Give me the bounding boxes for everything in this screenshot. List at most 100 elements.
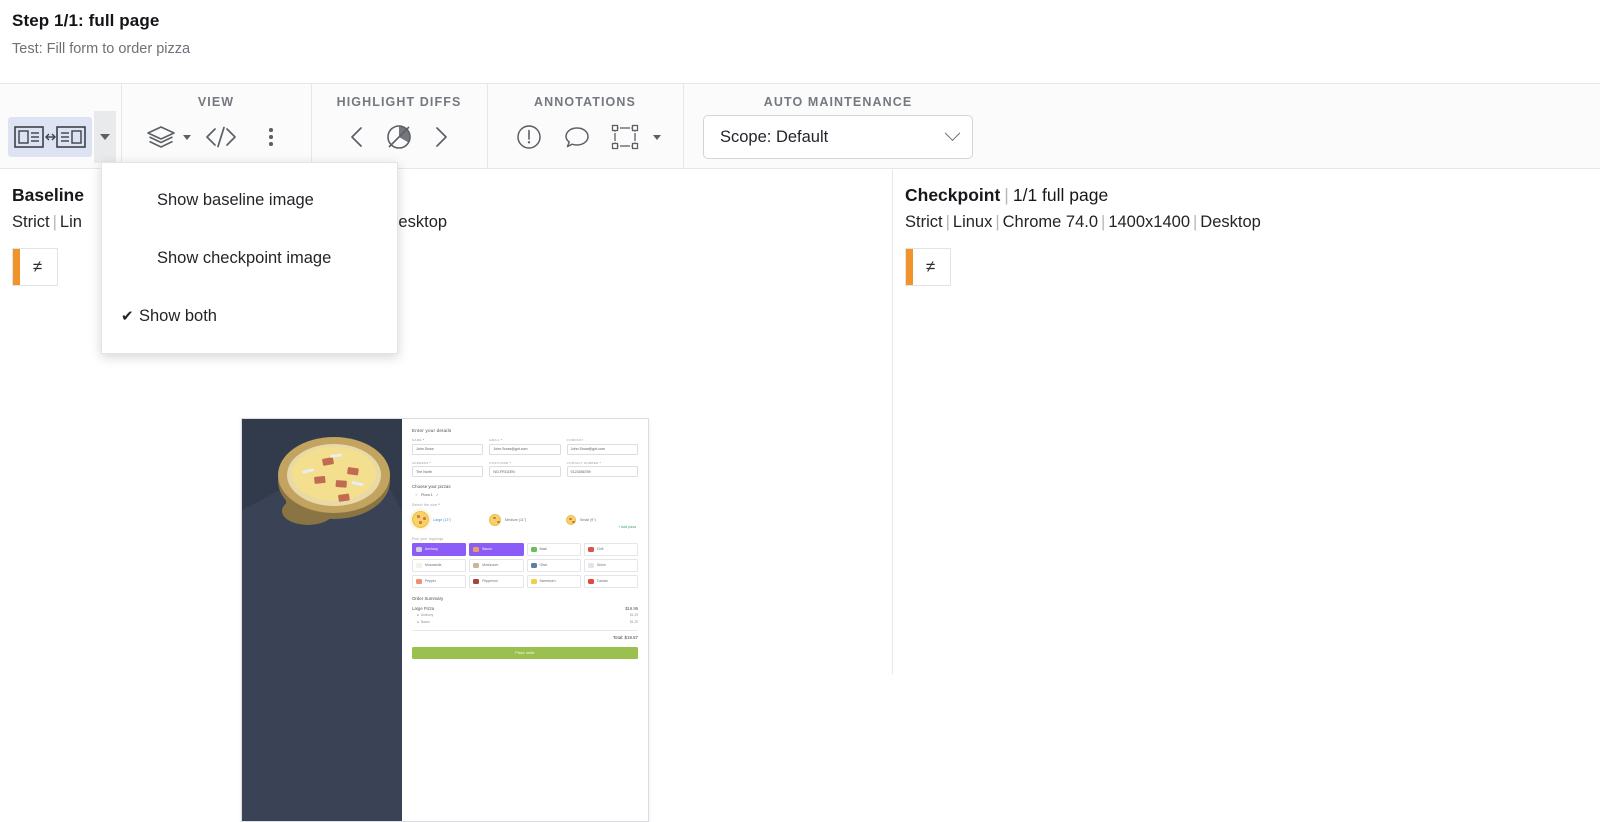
menu-item-label: Show both [139, 306, 217, 325]
comment-bubble-icon[interactable] [557, 117, 597, 157]
size-heading: Select the size * [412, 503, 440, 507]
toolbar-group-view: VIEW [121, 84, 311, 168]
topping-icon [530, 578, 537, 584]
topping-option[interactable]: Pepperoni [469, 574, 524, 588]
size-option-small[interactable]: Small (9") [566, 514, 638, 525]
topping-icon [473, 562, 480, 568]
view-dropdown-menu: Show baseline image Show checkpoint image… [101, 162, 398, 354]
topping-option[interactable]: Olive [526, 558, 581, 572]
side-by-side-layout-icon[interactable] [8, 117, 92, 157]
pizza-icon [566, 514, 576, 525]
exclamation-circle-icon[interactable] [509, 117, 549, 157]
contact-input[interactable]: 0123456789 [566, 466, 638, 477]
summary-item-row: Large Pizza $16.99 [412, 605, 638, 611]
annotations-dropdown-caret[interactable] [653, 134, 661, 140]
topping-option[interactable]: Anchovy [412, 542, 467, 556]
size-option-large[interactable]: Large (13") [412, 511, 484, 528]
topping-label: Onion [596, 563, 606, 567]
layout-dropdown-caret[interactable] [94, 111, 116, 163]
checkpoint-subtitle: 1/1 full page [1012, 185, 1109, 205]
place-order-button[interactable]: Place order [412, 646, 638, 659]
topping-label: Mushroom [482, 563, 499, 567]
layers-icon[interactable] [141, 117, 181, 157]
topping-icon [416, 562, 422, 568]
menu-item-label: Show baseline image [157, 190, 314, 209]
choose-pizzas-heading: Choose your pizzas [412, 484, 451, 489]
form-row-2: ADDRESS * The North POSTCODE * NO-FROZEN… [412, 461, 638, 477]
name-input[interactable]: John Snow [412, 443, 484, 455]
menu-item-label: Show checkpoint image [157, 248, 332, 267]
topping-icon [587, 562, 594, 568]
baseline-diff-badge[interactable]: ≠ [12, 248, 58, 286]
topping-option[interactable]: Mushroom [469, 558, 524, 572]
checkpoint-meta: Strict | Linux | Chrome 74.0 | 1400x1400 | Deskt… [905, 213, 1261, 231]
pizza-tab[interactable]: ✕ Pizza 1 ✓ [415, 493, 638, 497]
topping-icon [473, 546, 480, 552]
topping-label: Pepper [425, 579, 436, 583]
scope-select-value: Scope: Default [720, 127, 829, 146]
toolbar-group-highlight-diffs: HIGHLIGHT DIFFS [311, 84, 487, 168]
diff-circle-icon[interactable] [379, 117, 419, 157]
company-input[interactable]: John.Snow@got.com [566, 443, 638, 455]
toolbar-group-annotations: ANNOTATIONS [487, 84, 683, 168]
menu-item-show-baseline-image[interactable]: Show baseline image [102, 171, 397, 229]
topping-option[interactable]: Chili [583, 542, 638, 556]
topping-option[interactable]: Onion [583, 558, 638, 572]
page-header: Step 1/1: full page Test: Fill form to o… [0, 0, 1600, 58]
topping-option[interactable]: Mozzarella [412, 558, 467, 572]
topping-label: Tomato [596, 579, 608, 583]
test-name: Test: Fill form to order pizza [12, 41, 191, 57]
toolbar: VIEW HIGHLIGHT DIFFS ANNOTATIONS AUTO MA… [0, 83, 1600, 169]
region-select-icon[interactable] [605, 117, 645, 157]
topping-option[interactable]: Tomato [583, 574, 638, 588]
toolbar-group-layout [0, 84, 121, 168]
topping-label: Bacon [482, 547, 492, 551]
more-vertical-icon[interactable] [251, 117, 291, 157]
topping-option[interactable]: Sweetcorn [526, 574, 581, 588]
address-input[interactable]: The North [412, 466, 484, 477]
checkpoint-diff-badge[interactable]: ≠ [905, 248, 951, 286]
chevron-down-icon [100, 134, 110, 140]
toolbar-group-auto-maintenance: AUTO MAINTENANCE Scope: Default [683, 84, 993, 168]
order-total: Total: $19.57 [612, 634, 638, 640]
code-icon[interactable] [201, 117, 241, 157]
pizza-icon [489, 513, 501, 526]
field-email: EMAIL * John.Snow@got.com [489, 438, 561, 455]
topping-option[interactable]: Pepper [412, 574, 467, 588]
menu-item-show-both[interactable]: ✔ Show both [102, 287, 397, 345]
baseline-screenshot[interactable]: Enter your details NAME * John Snow EMAI… [241, 418, 649, 822]
topping-option[interactable]: Bacon [469, 542, 524, 556]
topping-option[interactable]: Basil [526, 542, 581, 556]
menu-item-show-checkpoint-image[interactable]: Show checkpoint image [102, 229, 397, 287]
field-name: NAME * John Snow [412, 438, 484, 455]
chevron-left-icon[interactable] [337, 117, 377, 157]
topping-label: Pepperoni [482, 579, 498, 583]
diff-badge-glyph: ≠ [32, 257, 43, 276]
topping-icon [473, 578, 480, 584]
checkpoint-title: Checkpoint | 1/1 full page [905, 185, 1109, 205]
topping-label: Olive [539, 563, 548, 567]
field-contact: CONTACT NUMBER * 0123456789 [566, 461, 638, 477]
diff-badge-glyph: ≠ [925, 257, 936, 276]
field-postcode: POSTCODE * NO-FROZEN [489, 461, 561, 477]
hero-image [242, 419, 402, 821]
chevron-right-icon[interactable] [421, 117, 461, 157]
topping-label: Sweetcorn [539, 579, 556, 583]
highlight-diffs-group-label: HIGHLIGHT DIFFS [336, 95, 462, 109]
topping-icon [587, 546, 594, 552]
layers-dropdown-caret[interactable] [183, 134, 191, 140]
topping-icon [416, 546, 422, 552]
add-pizza-link[interactable]: + Add pizza [618, 525, 636, 529]
auto-maintenance-group-label: AUTO MAINTENANCE [763, 95, 913, 109]
scope-select[interactable]: Scope: Default [703, 115, 973, 159]
topping-icon [530, 546, 537, 552]
email-input[interactable]: John.Snow@got.com [489, 443, 561, 455]
topping-icon [416, 578, 422, 584]
pizza-icon [412, 511, 429, 528]
layout-group-label [8, 93, 13, 111]
topping-label: Chili [596, 547, 604, 551]
topping-label: Anchovy [425, 547, 439, 551]
size-option-medium[interactable]: Medium (11") [489, 513, 561, 526]
page-title: Step 1/1: full page [12, 11, 160, 30]
postcode-input[interactable]: NO-FROZEN [489, 466, 561, 477]
